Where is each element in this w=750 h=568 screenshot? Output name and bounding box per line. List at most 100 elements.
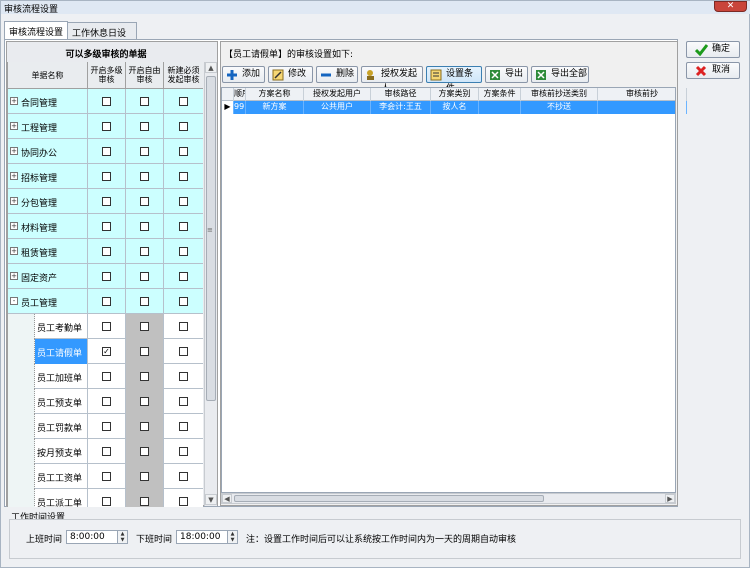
- expand-icon[interactable]: +: [10, 247, 18, 255]
- scroll-thumb[interactable]: [206, 76, 216, 401]
- table-cell[interactable]: 不抄送: [521, 101, 598, 114]
- list-item[interactable]: 员工请假单 ✓: [8, 339, 203, 364]
- checkbox[interactable]: [102, 322, 111, 331]
- checkbox[interactable]: [140, 447, 149, 456]
- checkbox[interactable]: [102, 297, 111, 306]
- list-item[interactable]: 员工加班单: [8, 364, 203, 389]
- close-button[interactable]: ✕: [714, 1, 747, 12]
- category-row[interactable]: + 固定资产: [8, 264, 203, 289]
- tab-rest-days[interactable]: 工作休息日设置: [67, 22, 137, 52]
- checkbox[interactable]: [179, 372, 188, 381]
- checkbox[interactable]: [140, 222, 149, 231]
- column-header[interactable]: 顺序: [234, 88, 246, 101]
- column-header[interactable]: 方案类别: [431, 88, 479, 101]
- column-header[interactable]: 审核前抄: [598, 88, 687, 101]
- checkbox[interactable]: [102, 222, 111, 231]
- checkbox[interactable]: [102, 422, 111, 431]
- table-cell[interactable]: 新方案: [246, 101, 304, 114]
- checkbox[interactable]: [179, 247, 188, 256]
- start-time-spinner[interactable]: ▲ ▼: [117, 531, 127, 543]
- column-header[interactable]: 授权发起用户: [304, 88, 371, 101]
- category-row[interactable]: + 分包管理: [8, 189, 203, 214]
- edit-button[interactable]: 修改: [268, 66, 313, 83]
- export-button[interactable]: 导出: [485, 66, 528, 83]
- table-row[interactable]: ▶ 99 新方案 公共用户 李会计:王五 按人名 不抄送: [222, 101, 687, 114]
- checkbox[interactable]: [179, 322, 188, 331]
- splitter-handle[interactable]: ≡: [207, 226, 213, 234]
- expand-icon[interactable]: +: [10, 197, 18, 205]
- category-row[interactable]: + 合同管理: [8, 89, 203, 114]
- expand-icon[interactable]: +: [10, 272, 18, 280]
- left-vertical-scrollbar[interactable]: ▲ ▼: [204, 62, 217, 506]
- checkbox[interactable]: [179, 147, 188, 156]
- tab-approval-flow[interactable]: 审核流程设置: [4, 21, 68, 39]
- checkbox[interactable]: [102, 447, 111, 456]
- checkbox[interactable]: [140, 397, 149, 406]
- table-cell[interactable]: 按人名: [431, 101, 479, 114]
- checkbox[interactable]: [140, 322, 149, 331]
- checkbox[interactable]: [179, 97, 188, 106]
- column-header[interactable]: 方案名称: [246, 88, 304, 101]
- scroll-left-icon[interactable]: ◀: [222, 494, 232, 503]
- table-cell[interactable]: [598, 101, 687, 114]
- list-item[interactable]: 员工考勤单: [8, 314, 203, 339]
- checkbox[interactable]: [179, 497, 188, 506]
- list-item[interactable]: 员工预支单: [8, 389, 203, 414]
- expand-icon[interactable]: +: [10, 222, 18, 230]
- checkbox[interactable]: [179, 197, 188, 206]
- category-row[interactable]: + 租赁管理: [8, 239, 203, 264]
- col-free-approval[interactable]: 开启自由审核: [126, 62, 164, 89]
- start-time-input[interactable]: 8:00:00 ▲ ▼: [66, 530, 128, 544]
- col-new-must-approve[interactable]: 新建必须发起审核: [164, 62, 203, 89]
- checkbox[interactable]: [179, 397, 188, 406]
- checkbox[interactable]: [140, 497, 149, 506]
- checkbox[interactable]: [140, 247, 149, 256]
- checkbox[interactable]: [140, 197, 149, 206]
- checkbox[interactable]: [140, 147, 149, 156]
- checkbox[interactable]: [102, 172, 111, 181]
- confirm-button[interactable]: 确定: [686, 41, 740, 58]
- checkbox[interactable]: ✓: [102, 347, 111, 356]
- table-cell[interactable]: 99: [234, 101, 246, 114]
- checkbox[interactable]: [102, 372, 111, 381]
- collapse-icon[interactable]: -: [10, 297, 18, 305]
- checkbox[interactable]: [102, 247, 111, 256]
- scroll-down-icon[interactable]: ▼: [205, 494, 217, 505]
- cancel-button[interactable]: 取消: [686, 62, 740, 79]
- end-time-input[interactable]: 18:00:00 ▲ ▼: [176, 530, 238, 544]
- category-row[interactable]: - 员工管理: [8, 289, 203, 314]
- checkbox[interactable]: [102, 122, 111, 131]
- expand-icon[interactable]: +: [10, 172, 18, 180]
- list-item[interactable]: 员工派工单: [8, 489, 203, 507]
- checkbox[interactable]: [102, 397, 111, 406]
- checkbox[interactable]: [179, 122, 188, 131]
- checkbox[interactable]: [140, 472, 149, 481]
- checkbox[interactable]: [102, 272, 111, 281]
- table-cell[interactable]: 公共用户: [304, 101, 371, 114]
- expand-icon[interactable]: +: [10, 147, 18, 155]
- checkbox[interactable]: [179, 297, 188, 306]
- checkbox[interactable]: [140, 97, 149, 106]
- checkbox[interactable]: [102, 97, 111, 106]
- checkbox[interactable]: [179, 447, 188, 456]
- conditions-button[interactable]: 设置条件: [426, 66, 482, 94]
- list-item[interactable]: 按月预支单: [8, 439, 203, 464]
- scroll-right-icon[interactable]: ▶: [665, 494, 675, 503]
- checkbox[interactable]: [102, 147, 111, 156]
- checkbox[interactable]: [102, 197, 111, 206]
- list-item[interactable]: 员工工资单: [8, 464, 203, 489]
- expand-icon[interactable]: +: [10, 97, 18, 105]
- checkbox[interactable]: [179, 472, 188, 481]
- col-doc-name[interactable]: 单据名称: [8, 62, 88, 89]
- checkbox[interactable]: [140, 347, 149, 356]
- checkbox[interactable]: [179, 422, 188, 431]
- checkbox[interactable]: [140, 372, 149, 381]
- table-cell[interactable]: [479, 101, 521, 114]
- checkbox[interactable]: [140, 297, 149, 306]
- add-button[interactable]: 添加: [222, 66, 265, 83]
- scroll-up-icon[interactable]: ▲: [205, 62, 217, 73]
- checkbox[interactable]: [179, 172, 188, 181]
- checkbox[interactable]: [140, 122, 149, 131]
- category-row[interactable]: + 协同办公: [8, 139, 203, 164]
- checkbox[interactable]: [140, 422, 149, 431]
